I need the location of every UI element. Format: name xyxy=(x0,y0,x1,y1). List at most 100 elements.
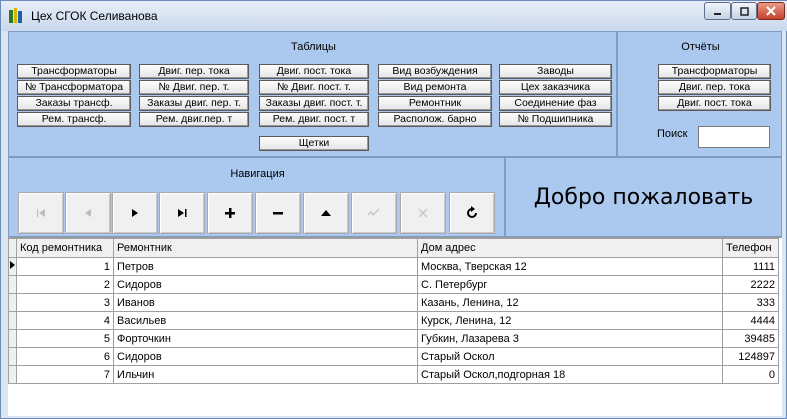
report-button-transformers[interactable]: Трансформаторы xyxy=(658,64,771,79)
report-button-ac-motors[interactable]: Двиг. пер. тока xyxy=(658,80,771,95)
cell-home-address[interactable]: Казань, Ленина, 12 xyxy=(417,293,723,312)
table-button-brushes[interactable]: Щетки xyxy=(259,136,369,151)
cell-home-address[interactable]: Старый Оскол,подгорная 18 xyxy=(417,365,723,384)
table-row[interactable]: 1 Петров Москва, Тверская 12 1111 xyxy=(8,257,779,276)
table-button-ac-motor-repairs[interactable]: Рем. двиг.пер. т xyxy=(139,112,249,127)
cell-repairman[interactable]: Ильчин xyxy=(113,365,418,384)
table-row[interactable]: 5 Форточкин Губкин, Лазарева 3 39485 xyxy=(8,329,779,348)
cell-repairman[interactable]: Сидоров xyxy=(113,275,418,294)
cell-phone[interactable]: 4444 xyxy=(722,311,779,330)
maximize-button[interactable] xyxy=(731,2,757,20)
cell-repairman[interactable]: Васильев xyxy=(113,311,418,330)
nav-prior-button[interactable] xyxy=(65,192,111,234)
cell-repairman[interactable]: Форточкин xyxy=(113,329,418,348)
cell-repairman-code[interactable]: 4 xyxy=(16,311,114,330)
column-header-home-address[interactable]: Дом адрес xyxy=(417,238,723,258)
nav-edit-button[interactable] xyxy=(303,192,349,234)
nav-refresh-button[interactable] xyxy=(449,192,495,234)
minimize-icon xyxy=(714,12,721,15)
nav-insert-button[interactable] xyxy=(207,192,253,234)
nav-first-button[interactable] xyxy=(18,192,64,234)
column-header-repairman[interactable]: Ремонтник xyxy=(113,238,418,258)
column-header-phone[interactable]: Телефон xyxy=(722,238,779,258)
repairmen-table: Код ремонтника Ремонтник Дом адрес Телеф… xyxy=(8,238,779,384)
table-button-repairman[interactable]: Ремонтник xyxy=(378,96,492,111)
nav-last-button[interactable] xyxy=(159,192,205,234)
table-button-bearing-number[interactable]: № Подшипника xyxy=(499,112,612,127)
cell-home-address[interactable]: Губкин, Лазарева 3 xyxy=(417,329,723,348)
cell-phone[interactable]: 39485 xyxy=(722,329,779,348)
table-button-transformer-orders[interactable]: Заказы трансф. xyxy=(17,96,131,111)
table-button-transformer-number[interactable]: № Трансформатора xyxy=(17,80,131,95)
table-row[interactable]: 3 Иванов Казань, Ленина, 12 333 xyxy=(8,293,779,312)
row-indicator xyxy=(8,347,17,366)
check-icon xyxy=(367,208,380,217)
navigation-panel-title: Навигация xyxy=(230,168,285,180)
row-indicator xyxy=(8,311,17,330)
cell-repairman-code[interactable]: 6 xyxy=(16,347,114,366)
table-button-transformers[interactable]: Трансформаторы xyxy=(17,64,131,79)
table-button-excitation-type[interactable]: Вид возбуждения xyxy=(378,64,492,79)
cell-repairman-code[interactable]: 3 xyxy=(16,293,114,312)
cell-phone[interactable]: 333 xyxy=(722,293,779,312)
nav-post-button[interactable] xyxy=(351,192,397,234)
table-button-dc-motor-orders[interactable]: Заказы двиг. пост. т. xyxy=(259,96,369,111)
cell-repairman-code[interactable]: 5 xyxy=(16,329,114,348)
report-button-dc-motors[interactable]: Двиг. пост. тока xyxy=(658,96,771,111)
main-window: Цех СГОК Селиванова Таблицы Трансформато… xyxy=(0,0,787,419)
cell-phone[interactable]: 0 xyxy=(722,365,779,384)
title-bar[interactable]: Цех СГОК Селиванова xyxy=(1,1,787,31)
table-button-ac-motors[interactable]: Двиг. пер. тока xyxy=(139,64,249,79)
minimize-button[interactable] xyxy=(704,2,731,20)
table-button-repair-type[interactable]: Вид ремонта xyxy=(378,80,492,95)
cell-phone[interactable]: 2222 xyxy=(722,275,779,294)
cell-home-address[interactable]: Старый Оскол xyxy=(417,347,723,366)
cell-home-address[interactable]: С. Петербург xyxy=(417,275,723,294)
minus-icon xyxy=(273,212,283,215)
maximize-icon xyxy=(739,6,749,16)
cell-home-address[interactable]: Москва, Тверская 12 xyxy=(417,257,723,276)
table-button-dc-motor-number[interactable]: № Двиг. пост. т. xyxy=(259,80,369,95)
cell-phone[interactable]: 1111 xyxy=(722,257,779,276)
row-indicator xyxy=(8,365,17,384)
cell-repairman[interactable]: Сидоров xyxy=(113,347,418,366)
cell-repairman[interactable]: Петров xyxy=(113,257,418,276)
table-button-transformer-repairs[interactable]: Рем. трансф. xyxy=(17,112,131,127)
table-row[interactable]: 6 Сидоров Старый Оскол 124897 xyxy=(8,347,779,366)
reports-panel-title: Отчёты xyxy=(681,41,720,53)
row-indicator xyxy=(8,275,17,294)
table-button-ac-motor-number[interactable]: № Двиг. пер. т. xyxy=(139,80,249,95)
table-row[interactable]: 7 Ильчин Старый Оскол,подгорная 18 0 xyxy=(8,365,779,384)
edit-triangle-icon xyxy=(321,210,331,216)
cell-repairman-code[interactable]: 7 xyxy=(16,365,114,384)
nav-next-button[interactable] xyxy=(112,192,158,234)
repairmen-grid[interactable]: Код ремонтника Ремонтник Дом адрес Телеф… xyxy=(8,237,782,416)
table-row[interactable]: 4 Васильев Курск, Ленина, 12 4444 xyxy=(8,311,779,330)
nav-cancel-button[interactable] xyxy=(400,192,446,234)
search-input[interactable] xyxy=(698,126,770,148)
table-button-dc-motor-repairs[interactable]: Рем. двиг. пост. т xyxy=(259,112,369,127)
row-indicator xyxy=(8,293,17,312)
cell-phone[interactable]: 124897 xyxy=(722,347,779,366)
tables-panel: Таблицы Трансформаторы Двиг. пер. тока Д… xyxy=(8,31,617,157)
table-button-plants[interactable]: Заводы xyxy=(499,64,612,79)
cell-home-address[interactable]: Курск, Ленина, 12 xyxy=(417,311,723,330)
cell-repairman-code[interactable]: 2 xyxy=(16,275,114,294)
close-icon xyxy=(766,6,776,16)
cell-repairman-code[interactable]: 1 xyxy=(16,257,114,276)
table-button-dc-motors[interactable]: Двиг. пост. тока xyxy=(259,64,369,79)
cell-repairman[interactable]: Иванов xyxy=(113,293,418,312)
table-button-phase-connection[interactable]: Соединение фаз xyxy=(499,96,612,111)
first-record-icon xyxy=(37,209,45,217)
row-indicator-header xyxy=(8,238,17,258)
column-header-repairman-code[interactable]: Код ремонтника xyxy=(16,238,114,258)
table-row[interactable]: 2 Сидоров С. Петербург 2222 xyxy=(8,275,779,294)
cancel-x-icon xyxy=(418,208,428,218)
table-button-customer-shop[interactable]: Цех заказчика xyxy=(499,80,612,95)
table-button-drum-location[interactable]: Располож. барно xyxy=(378,112,492,127)
table-header-row: Код ремонтника Ремонтник Дом адрес Телеф… xyxy=(8,238,779,258)
close-button[interactable] xyxy=(757,2,785,20)
table-button-ac-motor-orders[interactable]: Заказы двиг. пер. т. xyxy=(139,96,249,111)
nav-delete-button[interactable] xyxy=(255,192,301,234)
form-client-area: Таблицы Трансформаторы Двиг. пер. тока Д… xyxy=(8,31,782,416)
